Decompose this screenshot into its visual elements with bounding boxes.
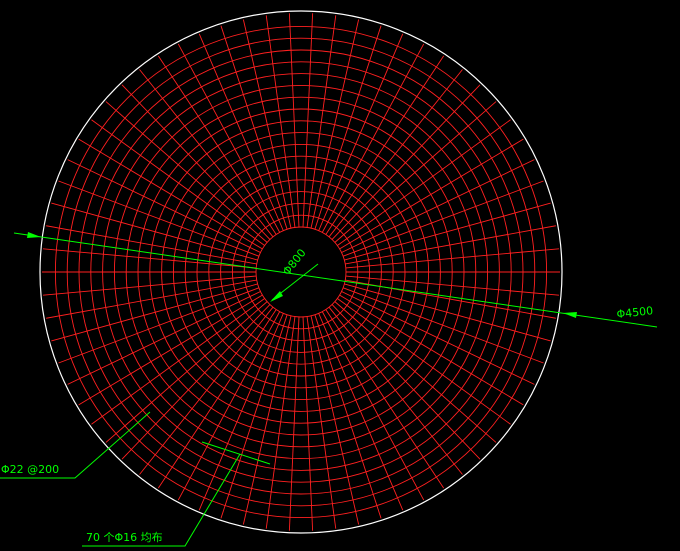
radial-rebar-65 — [341, 159, 535, 253]
radial-rebar-group — [42, 13, 560, 531]
radial-rebar-22 — [198, 313, 284, 511]
radial-rebar-7 — [337, 298, 511, 425]
cad-drawing-canvas: Φ4500 Φ800 Φ22 @200 70 个Φ16 均布 — [0, 0, 680, 551]
radial-rebar-45 — [139, 69, 274, 238]
radial-rebar-25 — [139, 306, 274, 475]
radial-rebar-60 — [328, 69, 463, 238]
radial-rebar-30 — [67, 291, 261, 385]
outer-dim-arrow-left — [27, 232, 41, 238]
radial-rebar-11 — [325, 309, 445, 489]
radial-rebar-42 — [91, 119, 265, 246]
radial-rebar-46 — [157, 55, 277, 235]
radial-bar-leader: 70 个Φ16 均布 — [82, 441, 271, 547]
radial-rebar-57 — [318, 33, 404, 231]
radial-rebar-59 — [325, 55, 445, 235]
ring-rebar-0 — [255, 226, 347, 318]
inner-diameter-label: Φ800 — [280, 246, 309, 277]
ring-rebar-1 — [243, 214, 359, 330]
radial-rebar-24 — [157, 309, 277, 489]
radial-rebar-13 — [318, 313, 404, 511]
radial-rebar-48 — [198, 33, 284, 231]
ring-bar-label: Φ22 @200 — [1, 463, 59, 476]
radial-bar-label: 70 个Φ16 均布 — [86, 531, 163, 544]
radial-rebar-10 — [328, 306, 463, 475]
radial-rebar-5 — [341, 291, 535, 385]
outer-dim-arrow-right — [563, 312, 577, 318]
ring-bar-leader: Φ22 @200 — [0, 411, 151, 479]
radial-rebar-40 — [67, 159, 261, 253]
outer-diameter-label: Φ4500 — [616, 304, 654, 321]
radial-rebar-63 — [337, 119, 511, 246]
radial-rebar-28 — [91, 298, 265, 425]
